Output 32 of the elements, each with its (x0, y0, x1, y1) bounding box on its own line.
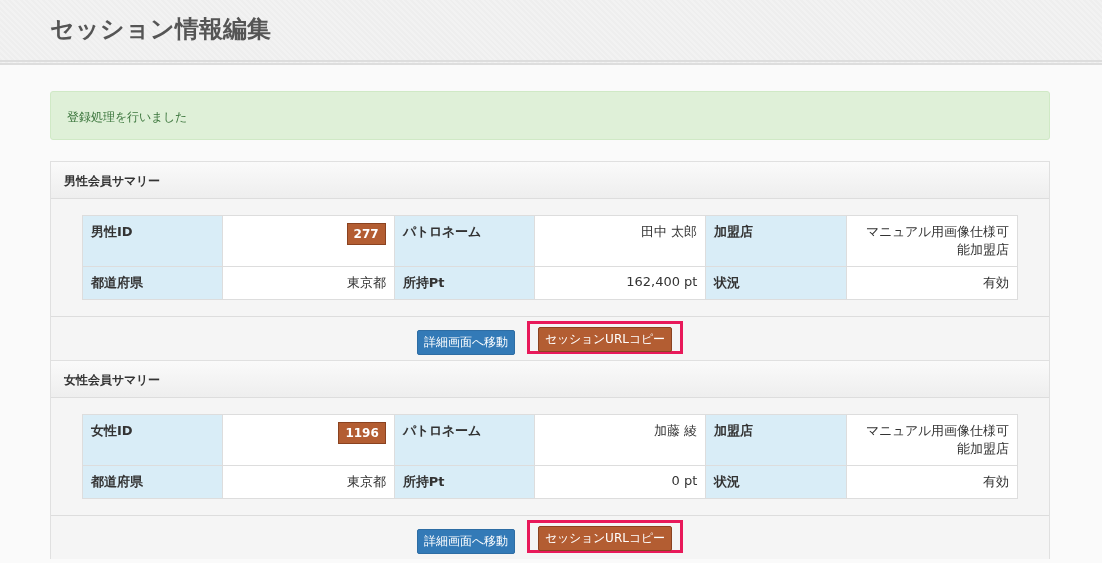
success-alert: 登録処理を行いました (50, 91, 1050, 140)
field-value: 東京都 (222, 266, 395, 300)
field-value: 加藤 綾 (534, 414, 706, 466)
field-label: パトロネーム (394, 215, 535, 267)
field-label: 加盟店 (705, 215, 847, 267)
field-value: 0 pt (534, 465, 706, 499)
field-label: 状況 (705, 465, 847, 499)
detail-button[interactable]: 詳細画面へ移動 (417, 330, 516, 355)
field-label: 男性ID (82, 215, 223, 267)
field-label: パトロネーム (394, 414, 535, 466)
field-value: 田中 太郎 (534, 215, 706, 267)
page-title: セッション情報編集 (49, 14, 272, 44)
field-value: 有効 (846, 266, 1018, 300)
copy-url-button[interactable]: セッションURLコピー (538, 526, 672, 551)
field-value: 162,400 pt (534, 266, 706, 300)
panel-title: 女性会員サマリー (51, 361, 1049, 398)
field-value: マニュアル用画像仕様可能加盟店 (846, 215, 1018, 267)
panel-title: 男性会員サマリー (51, 162, 1049, 199)
field-value: 有効 (846, 465, 1018, 499)
detail-button[interactable]: 詳細画面へ移動 (417, 529, 516, 554)
id-badge: 277 (346, 223, 386, 245)
copy-url-button[interactable]: セッションURLコピー (538, 327, 672, 352)
field-label: 加盟店 (705, 414, 847, 466)
field-label: 都道府県 (82, 266, 223, 300)
field-label: 所持Pt (394, 266, 535, 300)
field-label: 女性ID (82, 414, 223, 466)
field-label: 状況 (705, 266, 847, 300)
field-value: 東京都 (222, 465, 395, 499)
id-badge: 1196 (338, 422, 386, 444)
field-label: 都道府県 (82, 465, 223, 499)
field-label: 所持Pt (394, 465, 535, 499)
field-value: マニュアル用画像仕様可能加盟店 (846, 414, 1018, 466)
